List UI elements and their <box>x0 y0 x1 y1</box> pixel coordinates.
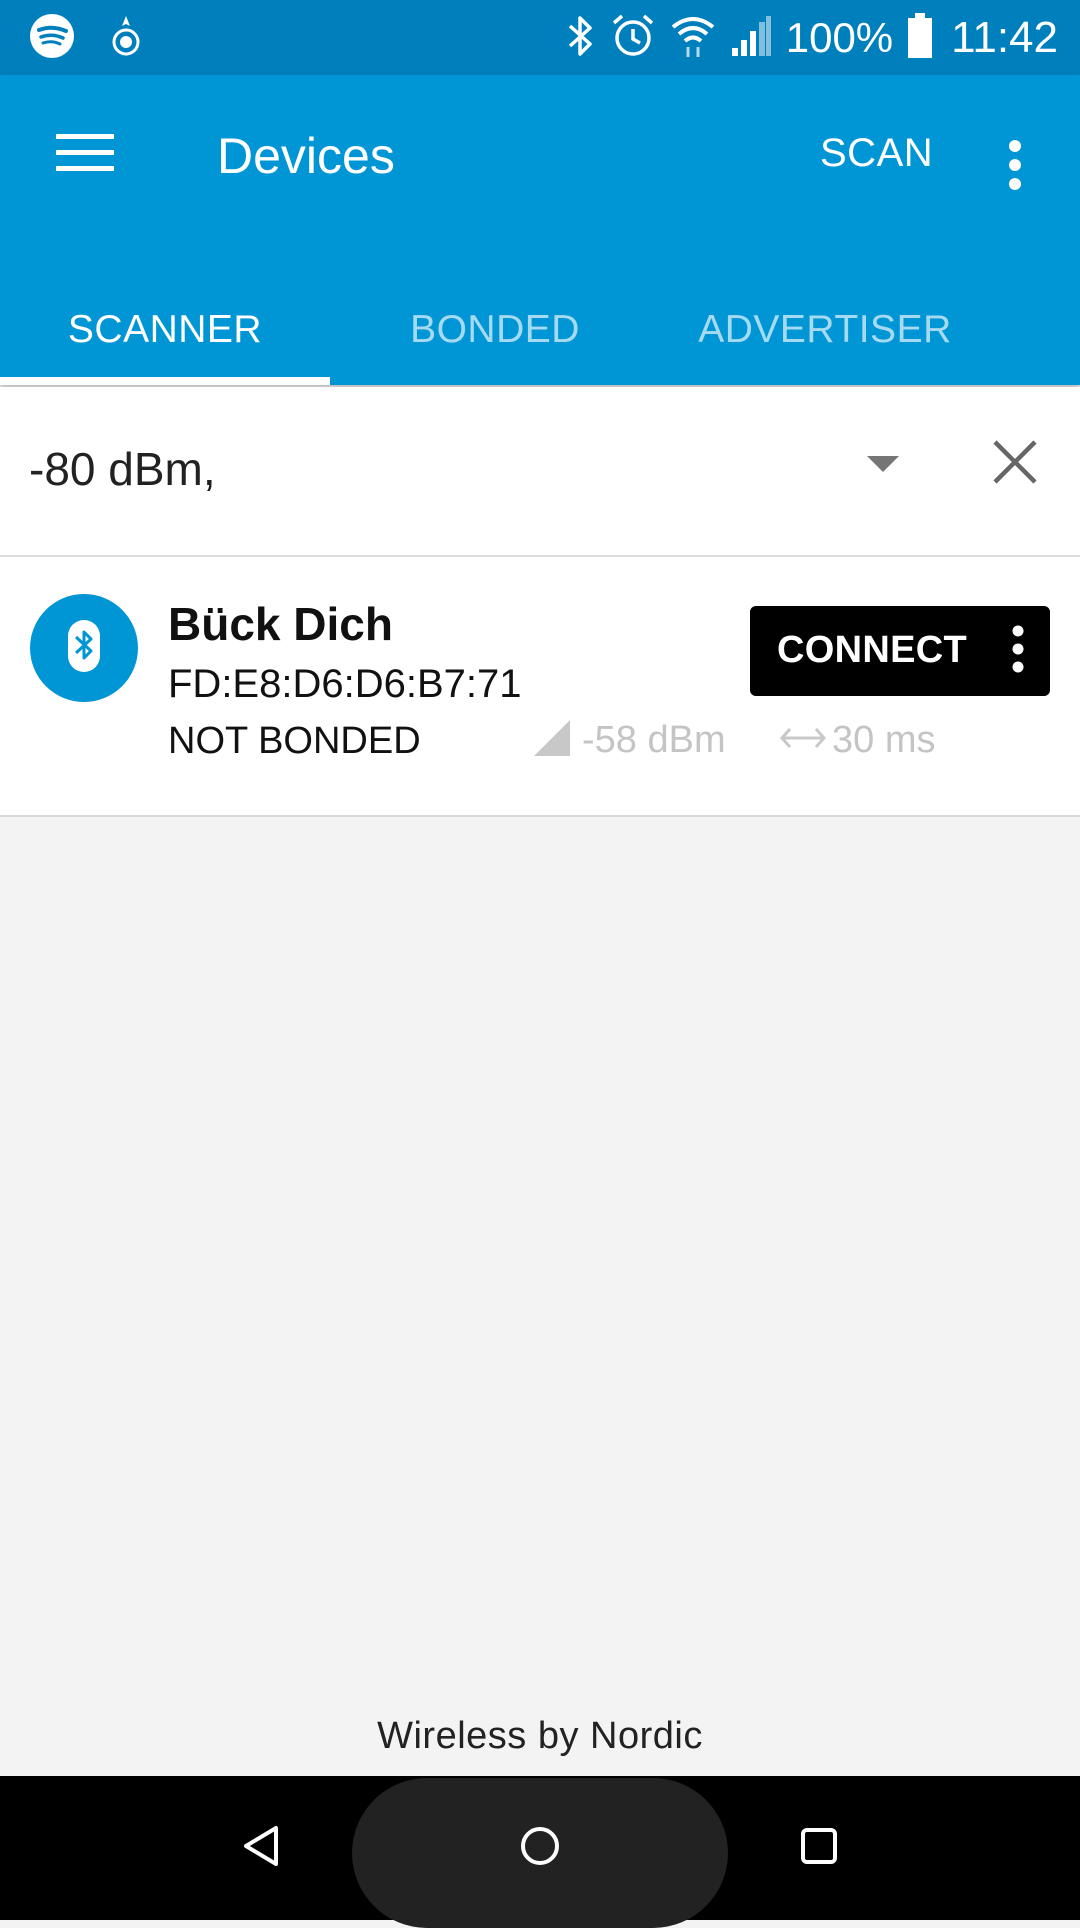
filter-bar[interactable]: -80 dBm, <box>0 387 1080 557</box>
device-list-item[interactable]: Bück Dich FD:E8:D6:D6:B7:71 NOT BONDED C… <box>0 557 1080 817</box>
close-icon <box>992 439 1038 490</box>
status-bar-right: 100% 11:42 <box>566 10 1058 66</box>
tab-advertiser[interactable]: ADVERTISER <box>660 275 990 385</box>
spotify-icon <box>28 12 76 65</box>
status-bar: 100% 11:42 <box>0 0 1080 75</box>
back-triangle-icon <box>242 1825 282 1872</box>
footer-branding: Wireless by Nordic <box>377 1715 703 1757</box>
home-circle-icon <box>520 1826 560 1871</box>
page-title: Devices <box>217 128 395 184</box>
recents-square-icon <box>800 1827 838 1870</box>
tab-bonded[interactable]: BONDED <box>330 275 660 385</box>
device-bond-state: NOT BONDED <box>168 720 421 762</box>
tab-indicator <box>0 377 330 385</box>
wifi-icon <box>670 13 716 64</box>
clock: 11:42 <box>951 13 1058 62</box>
status-bar-left <box>28 12 146 65</box>
connect-button-label: CONNECT <box>777 629 967 671</box>
device-more-button[interactable] <box>998 621 1038 681</box>
app-bar: Devices SCAN SCANNER BONDED ADVERTISER <box>0 75 1080 385</box>
clear-filter-button[interactable] <box>985 434 1045 494</box>
more-vert-icon <box>1008 139 1022 195</box>
recents-button[interactable] <box>787 1816 851 1880</box>
more-vert-icon <box>1011 625 1025 678</box>
rssi-value: -58 dBm <box>582 718 726 761</box>
scan-button[interactable]: SCAN <box>820 131 933 176</box>
device-interval: 30 ms <box>779 717 936 763</box>
bluetooth-device-icon <box>64 618 104 679</box>
interval-value: 30 ms <box>832 718 936 761</box>
filter-expand-button[interactable] <box>858 442 908 492</box>
cellular-signal-icon <box>730 14 772 63</box>
alarm-icon <box>610 13 656 64</box>
menu-button[interactable] <box>40 115 130 195</box>
back-button[interactable] <box>230 1816 294 1880</box>
app-notification-icon <box>106 14 146 63</box>
device-avatar <box>30 594 138 702</box>
connect-button[interactable]: CONNECT <box>750 606 1050 696</box>
device-address: FD:E8:D6:D6:B7:71 <box>168 662 522 706</box>
home-button[interactable] <box>508 1816 572 1880</box>
battery-icon <box>907 12 933 64</box>
tab-bar: SCANNER BONDED ADVERTISER <box>0 275 1080 385</box>
signal-strength-icon <box>532 718 572 763</box>
hamburger-menu-icon <box>56 132 114 179</box>
device-rssi: -58 dBm <box>532 717 726 763</box>
filter-summary: -80 dBm, <box>29 443 216 495</box>
interval-arrows-icon <box>779 723 827 758</box>
battery-percent: 100% <box>785 14 894 61</box>
overflow-menu-button[interactable] <box>985 127 1045 207</box>
navigation-bar <box>0 1776 1080 1928</box>
tab-scanner[interactable]: SCANNER <box>0 275 330 385</box>
bluetooth-icon <box>566 14 596 63</box>
dropdown-arrow-icon <box>867 455 899 479</box>
device-name: Bück Dich <box>168 598 393 650</box>
